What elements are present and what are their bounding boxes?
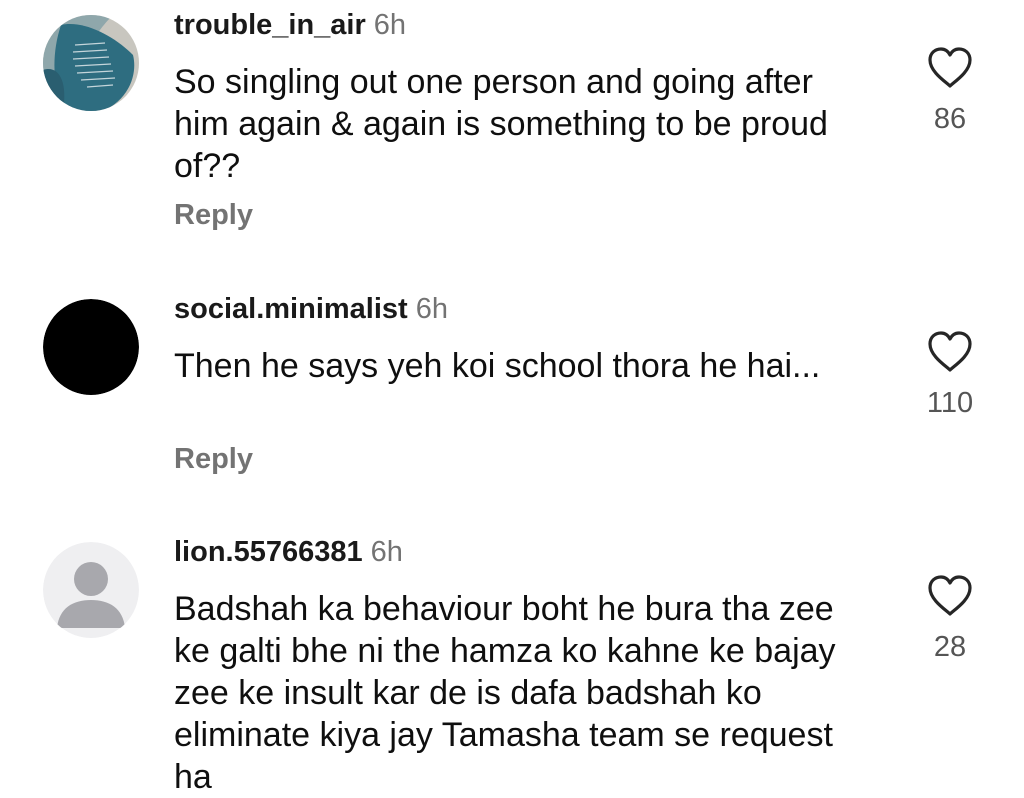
username[interactable]: trouble_in_air <box>174 9 366 41</box>
comment-text: So singling out one person and going aft… <box>174 63 828 185</box>
timestamp: 6h <box>373 9 407 41</box>
avatar[interactable] <box>43 542 139 638</box>
comment-header: lion.55766381 6h <box>174 535 403 569</box>
teal-artwork-avatar <box>43 15 139 111</box>
username[interactable]: lion.55766381 <box>174 536 363 568</box>
heart-outline-icon[interactable] <box>926 46 974 90</box>
like-count: 110 <box>926 387 974 419</box>
default-user-avatar <box>43 542 139 638</box>
avatar[interactable] <box>43 15 139 111</box>
reply-button[interactable]: Reply <box>174 442 253 476</box>
timestamp: 6h <box>415 293 448 325</box>
timestamp: 6h <box>370 536 403 568</box>
comment-header: trouble_in_air 6h <box>174 8 406 42</box>
avatar[interactable] <box>43 299 139 395</box>
like-count: 28 <box>933 631 967 663</box>
heart-outline-icon[interactable] <box>926 330 974 374</box>
black-circle-avatar <box>43 299 139 395</box>
comment-header: social.minimalist 6h <box>174 292 448 326</box>
like-count: 86 <box>933 103 967 135</box>
reply-button[interactable]: Reply <box>174 198 253 232</box>
heart-outline-icon[interactable] <box>926 574 974 618</box>
comment-text: Badshah ka behaviour boht he bura tha ze… <box>174 590 836 796</box>
comment-text: Then he says yeh koi school thora he hai… <box>174 347 821 385</box>
username[interactable]: social.minimalist <box>174 293 408 325</box>
